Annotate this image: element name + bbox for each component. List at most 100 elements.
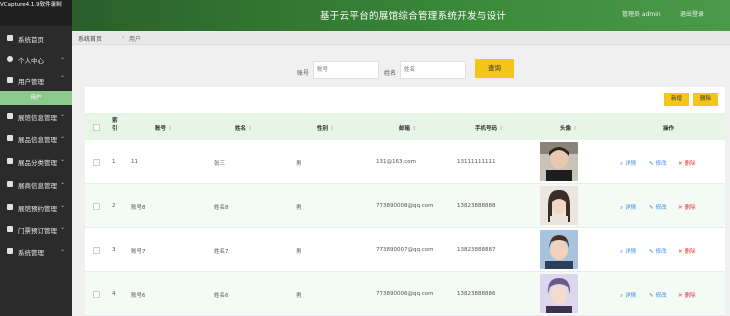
chevron-down-icon: ⌄ [60,156,66,163]
cell-email: 773890007@qq.com [376,247,434,253]
breadcrumb: 系统首页 › 用户 [72,31,730,45]
sidebar-item-system[interactable]: 系统管理 ⌄ [0,242,72,261]
edit-label: 修改 [655,249,667,255]
chart-icon [7,204,13,210]
settings-icon [7,248,13,254]
table-header: 索引 账号 ⇕ 姓名 ⇕ 性别 ⇕ 邮箱 ⇕ 手机号码 ⇕ 头像 ⇕ 操作 [85,113,725,140]
header-email-label: 邮箱 [399,126,411,132]
sort-icon: ⇕ [499,126,504,132]
sidebar-item-label: 展品分类管理 [18,159,57,167]
sidebar-item-venue-info[interactable]: 展馆信息管理 ⌄ [0,107,72,126]
sidebar-item-label: 系统管理 [18,249,44,257]
table-row: 2 账号8 姓名8 男 773890008@qq.com 13823888888… [85,184,725,228]
sort-icon: ⇕ [168,126,173,132]
breadcrumb-home[interactable]: 系统首页 [78,34,102,43]
detail-label: 详情 [625,249,637,255]
sidebar-item-label: 展品信息管理 [18,136,57,144]
row-checkbox[interactable] [93,247,100,254]
delete-button[interactable]: ✕ 删除 [678,203,696,211]
avatar [540,142,578,181]
cell-account: 账号8 [131,205,146,211]
batch-delete-button[interactable]: 删除 [693,93,718,106]
search-button[interactable]: 查询 [475,59,514,78]
sidebar-item-ticket-booking[interactable]: 门票预订管理 ⌄ [0,220,72,239]
edit-button[interactable]: ✎ 修改 [649,291,667,299]
delete-label: 删除 [684,205,696,211]
account-search-input[interactable] [313,61,379,79]
row-checkbox[interactable] [93,203,100,210]
detail-label: 详情 [625,161,637,167]
close-icon: ✕ [678,249,683,255]
sidebar-item-exhibit-info[interactable]: 展品信息管理 ⌄ [0,129,72,148]
row-checkbox[interactable] [93,291,100,298]
cell-email: 773890006@qq.com [376,291,434,297]
sidebar-item-exhibitor-info[interactable]: 展商信息管理 ⌄ [0,175,72,194]
add-button[interactable]: 新增 [664,93,689,106]
detail-button[interactable]: ⌕ 详情 [620,247,636,256]
close-icon: ✕ [678,161,683,167]
breadcrumb-current: 用户 [129,36,142,43]
table-row: 1 11 张三 男 131@163.com 13111111111 ⌕ 详情 ✎ 修… [85,140,725,184]
search-icon: ⌕ [620,205,624,211]
sidebar-item-exhibit-category[interactable]: 展品分类管理 ⌄ [0,152,72,171]
header-gender-label: 性别 [317,126,329,132]
chevron-down-icon: ⌄ [60,202,66,209]
sidebar-item-venue-booking[interactable]: 展馆预约管理 ⌄ [0,198,72,217]
cell-index: 1 [112,159,116,165]
sort-icon: ⇕ [573,126,578,132]
page-title: 基于云平台的展馆综合管理系统开发与设计 [320,11,507,22]
header-account[interactable]: 账号 ⇕ [155,124,173,132]
detail-button[interactable]: ⌕ 详情 [620,159,636,168]
cell-name: 张三 [214,161,226,167]
delete-button[interactable]: ✕ 删除 [678,247,696,255]
avatar [540,230,578,269]
chevron-down-icon: ⌄ [60,179,66,186]
edit-button[interactable]: ✎ 修改 [649,159,667,167]
logout-link[interactable]: 退出登录 [680,9,704,18]
header-email[interactable]: 邮箱 ⇕ [399,124,417,132]
edit-icon: ✎ [649,293,654,299]
edit-label: 修改 [655,293,667,299]
sidebar-item-home[interactable]: 系统首页 [0,29,72,48]
sidebar-subitem-users[interactable]: 用户 [0,91,72,105]
header-avatar[interactable]: 头像 ⇕ [560,124,578,132]
row-checkbox[interactable] [93,159,100,166]
header-gender[interactable]: 性别 ⇕ [317,124,335,132]
home-icon [7,35,13,41]
cell-account: 11 [131,159,138,165]
detail-button[interactable]: ⌕ 详情 [620,203,636,212]
avatar [540,274,578,313]
search-icon: ⌕ [620,249,624,255]
header-phone[interactable]: 手机号码 ⇕ [475,124,504,132]
cell-index: 2 [112,203,116,209]
delete-button[interactable]: ✕ 删除 [678,291,696,299]
cell-name: 姓名8 [214,205,229,211]
detail-label: 详情 [625,205,637,211]
sidebar-item-label: 个人中心 [18,57,44,65]
header-name[interactable]: 姓名 ⇕ [235,124,253,132]
delete-button[interactable]: ✕ 删除 [678,159,696,167]
select-all-checkbox[interactable] [93,124,100,131]
edit-button[interactable]: ✎ 修改 [649,247,667,255]
chevron-up-icon: ⌃ [60,75,66,82]
search-icon: ⌕ [620,293,624,299]
sidebar: 系统首页 个人中心 ⌄ 用户管理 ⌃ 用户 展馆信息管理 ⌄ 展品信息管理 ⌄ … [0,26,72,316]
cell-gender: 男 [296,293,302,299]
name-label: 姓名 [384,70,397,77]
detail-button[interactable]: ⌕ 详情 [620,291,636,300]
sort-icon: ⇕ [412,126,417,132]
cell-gender: 男 [296,205,302,211]
chevron-down-icon: ⌄ [60,111,66,118]
sort-icon: ⇕ [330,126,335,132]
name-search-input[interactable] [400,61,466,79]
sidebar-item-personal[interactable]: 个人中心 ⌄ [0,50,72,69]
cell-phone: 13823888888 [457,203,496,209]
cell-name: 姓名6 [214,293,229,299]
cell-account: 账号7 [131,249,146,255]
header-phone-label: 手机号码 [475,126,498,132]
edit-icon: ✎ [649,161,654,167]
sidebar-item-users[interactable]: 用户管理 ⌃ [0,71,72,90]
edit-button[interactable]: ✎ 修改 [649,203,667,211]
header-name-label: 姓名 [235,126,247,132]
breadcrumb-separator: › [122,34,125,41]
